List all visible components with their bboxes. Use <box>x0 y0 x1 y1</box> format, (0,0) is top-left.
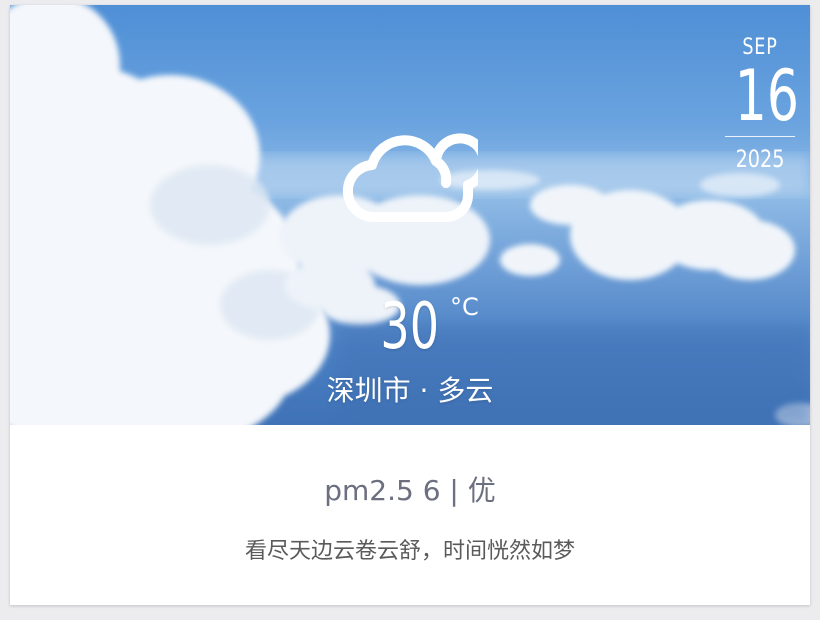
location-separator: · <box>410 374 438 407</box>
air-quality: pm2.5 6 | 优 <box>324 474 496 507</box>
date-day: 16 <box>734 55 799 137</box>
date-year: 2025 <box>735 145 785 173</box>
weather-card: SEP 16 2025 30 °C 深圳市 · 多云 pm2.5 6 | 优 看… <box>10 5 810 605</box>
quote-text: 看尽天边云卷云舒，时间恍然如梦 <box>244 539 575 564</box>
date-display: SEP 16 2025 <box>725 35 799 173</box>
temperature-display: 30 °C <box>10 287 810 367</box>
temperature-value: 30 <box>380 290 440 364</box>
city-name: 深圳市 <box>326 374 411 407</box>
weather-condition: 多云 <box>437 374 494 407</box>
location-condition: 深圳市 · 多云 <box>10 369 810 409</box>
temperature-unit: °C <box>450 293 479 321</box>
sky-background: SEP 16 2025 30 °C 深圳市 · 多云 <box>10 5 810 425</box>
cloudy-icon <box>343 133 478 223</box>
